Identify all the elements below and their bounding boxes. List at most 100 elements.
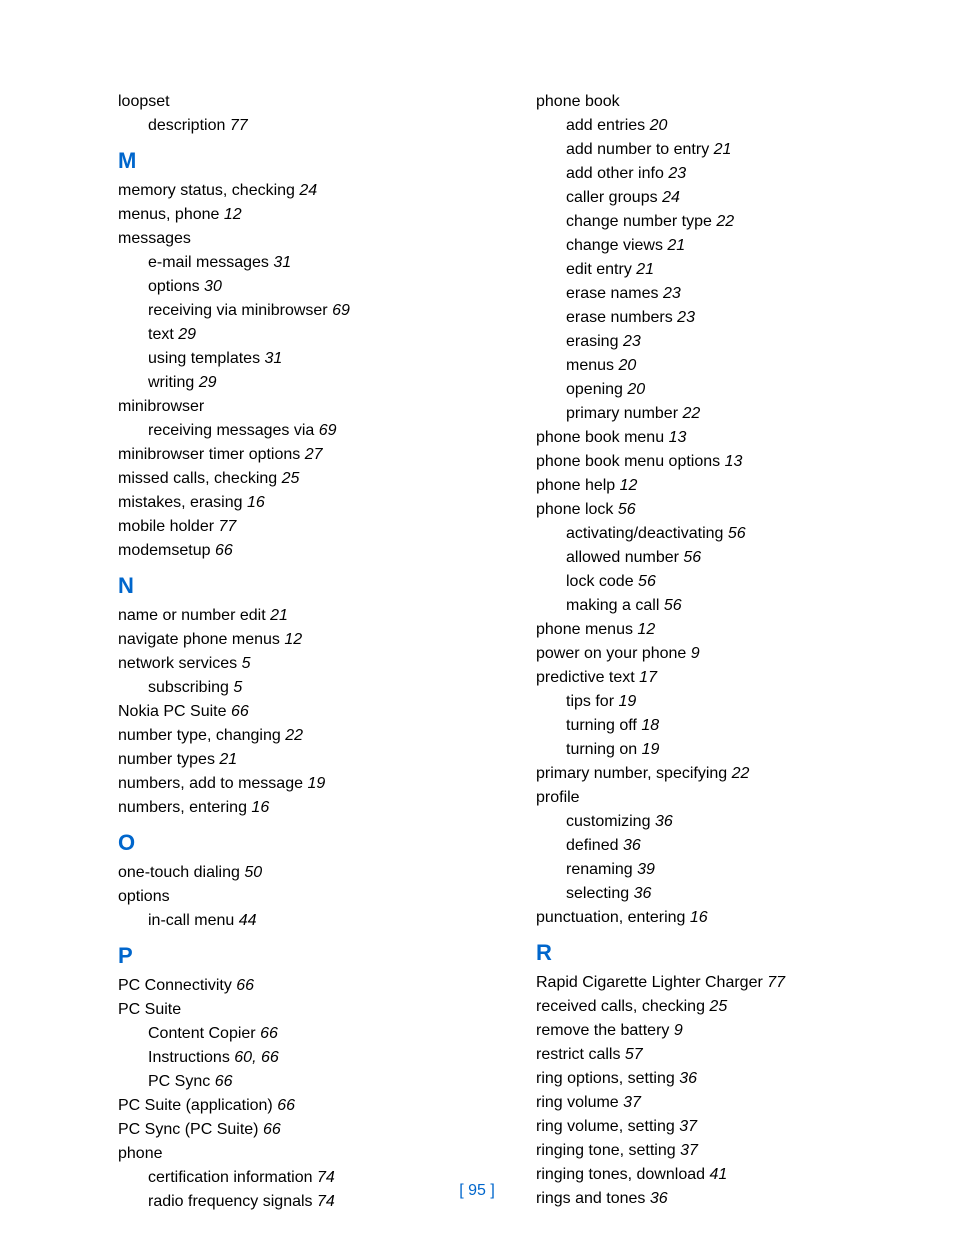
index-term: in-call menu <box>148 912 234 929</box>
index-page-ref[interactable]: 31 <box>273 254 291 271</box>
index-entry: received calls, checking 25 <box>536 995 894 1019</box>
index-page-ref[interactable]: 21 <box>270 607 288 624</box>
index-page-ref[interactable]: 13 <box>669 429 687 446</box>
index-page-ref[interactable]: 22 <box>716 213 734 230</box>
index-page-ref[interactable]: 37 <box>680 1142 698 1159</box>
index-page-ref[interactable]: 12 <box>620 477 638 494</box>
index-page-ref[interactable]: 30 <box>204 278 222 295</box>
index-page-ref[interactable]: 21 <box>714 141 732 158</box>
index-subentry: text 29 <box>118 323 476 347</box>
index-page-ref[interactable]: 36 <box>679 1070 697 1087</box>
index-page-ref[interactable]: 19 <box>642 741 660 758</box>
index-term: number types <box>118 751 215 768</box>
index-term: defined <box>566 837 619 854</box>
index-subentry: allowed number 56 <box>536 546 894 570</box>
index-entry: options <box>118 885 476 909</box>
index-page-ref[interactable]: 25 <box>709 998 727 1015</box>
index-page-ref[interactable]: 18 <box>641 717 659 734</box>
index-page-ref[interactable]: 5 <box>242 655 251 672</box>
index-page-ref[interactable]: 41 <box>709 1166 727 1183</box>
index-page-ref[interactable]: 16 <box>247 494 265 511</box>
index-page-ref[interactable]: 22 <box>682 405 700 422</box>
index-subentry: add entries 20 <box>536 114 894 138</box>
index-entry: navigate phone menus 12 <box>118 628 476 652</box>
index-term: ring options, setting <box>536 1070 675 1087</box>
index-subentry: primary number 22 <box>536 402 894 426</box>
index-entry: ring volume 37 <box>536 1091 894 1115</box>
index-page-ref[interactable]: 21 <box>219 751 237 768</box>
index-page-ref[interactable]: 29 <box>199 374 217 391</box>
index-page-ref[interactable]: 24 <box>662 189 680 206</box>
index-page-ref[interactable]: 66 <box>215 542 233 559</box>
index-term: customizing <box>566 813 650 830</box>
index-page-ref[interactable]: 20 <box>618 357 636 374</box>
index-entry: minibrowser timer options 27 <box>118 443 476 467</box>
index-page-ref[interactable]: 77 <box>219 518 237 535</box>
index-page-ref[interactable]: 13 <box>725 453 743 470</box>
index-page-ref[interactable]: 22 <box>285 727 303 744</box>
index-page-ref[interactable]: 66 <box>260 1025 278 1042</box>
index-page-ref[interactable]: 16 <box>690 909 708 926</box>
index-page-ref[interactable]: 9 <box>674 1022 683 1039</box>
index-entry: restrict calls 57 <box>536 1043 894 1067</box>
index-page-ref[interactable]: 9 <box>691 645 700 662</box>
index-column-right: phone bookadd entries 20add number to en… <box>536 90 894 1214</box>
index-page-ref[interactable]: 66 <box>277 1097 295 1114</box>
index-page: loopsetdescription 77Mmemory status, che… <box>0 0 954 1214</box>
index-page-ref[interactable]: 77 <box>767 974 785 991</box>
index-page-ref[interactable]: 36 <box>623 837 641 854</box>
index-page-ref[interactable]: 37 <box>679 1118 697 1135</box>
index-entry: modemsetup 66 <box>118 539 476 563</box>
index-page-ref[interactable]: 20 <box>627 381 645 398</box>
index-page-ref[interactable]: 21 <box>636 261 654 278</box>
index-page-ref[interactable]: 56 <box>664 597 682 614</box>
index-page-ref[interactable]: 66 <box>231 703 249 720</box>
index-page-ref[interactable]: 29 <box>178 326 196 343</box>
index-entry: menus, phone 12 <box>118 203 476 227</box>
index-page-ref[interactable]: 27 <box>305 446 323 463</box>
index-page-ref[interactable]: 17 <box>639 669 657 686</box>
index-page-ref[interactable]: 39 <box>637 861 655 878</box>
index-page-ref[interactable]: 23 <box>668 165 686 182</box>
index-page-ref[interactable]: 77 <box>230 117 248 134</box>
index-subentry: Instructions 60, 66 <box>118 1046 476 1070</box>
index-page-ref[interactable]: 19 <box>618 693 636 710</box>
index-page-ref[interactable]: 22 <box>732 765 750 782</box>
index-page-ref[interactable]: 5 <box>233 679 242 696</box>
index-page-ref[interactable]: 69 <box>319 422 337 439</box>
index-page-ref[interactable]: 57 <box>625 1046 643 1063</box>
index-page-ref[interactable]: 56 <box>728 525 746 542</box>
index-term: add entries <box>566 117 645 134</box>
index-page-ref[interactable]: 37 <box>623 1094 641 1111</box>
index-term: description <box>148 117 225 134</box>
index-page-ref[interactable]: 60, 66 <box>234 1049 278 1066</box>
index-page-ref[interactable]: 12 <box>284 631 302 648</box>
index-page-ref[interactable]: 56 <box>638 573 656 590</box>
index-page-ref[interactable]: 36 <box>655 813 673 830</box>
index-page-ref[interactable]: 16 <box>251 799 269 816</box>
index-page-ref[interactable]: 23 <box>677 309 695 326</box>
index-page-ref[interactable]: 36 <box>634 885 652 902</box>
index-page-ref[interactable]: 21 <box>667 237 685 254</box>
index-page-ref[interactable]: 24 <box>299 182 317 199</box>
index-page-ref[interactable]: 31 <box>265 350 283 367</box>
index-term: phone help <box>536 477 615 494</box>
index-page-ref[interactable]: 66 <box>263 1121 281 1138</box>
index-page-ref[interactable]: 50 <box>244 864 262 881</box>
index-page-ref[interactable]: 19 <box>307 775 325 792</box>
index-page-ref[interactable]: 12 <box>637 621 655 638</box>
index-term: change views <box>566 237 663 254</box>
index-subentry: tips for 19 <box>536 690 894 714</box>
index-page-ref[interactable]: 69 <box>332 302 350 319</box>
index-page-ref[interactable]: 56 <box>683 549 701 566</box>
index-page-ref[interactable]: 56 <box>618 501 636 518</box>
index-page-ref[interactable]: 66 <box>215 1073 233 1090</box>
index-page-ref[interactable]: 23 <box>663 285 681 302</box>
index-page-ref[interactable]: 20 <box>650 117 668 134</box>
index-entry: PC Suite <box>118 998 476 1022</box>
index-page-ref[interactable]: 12 <box>224 206 242 223</box>
index-page-ref[interactable]: 25 <box>282 470 300 487</box>
index-page-ref[interactable]: 23 <box>623 333 641 350</box>
index-page-ref[interactable]: 66 <box>236 977 254 994</box>
index-page-ref[interactable]: 44 <box>239 912 257 929</box>
